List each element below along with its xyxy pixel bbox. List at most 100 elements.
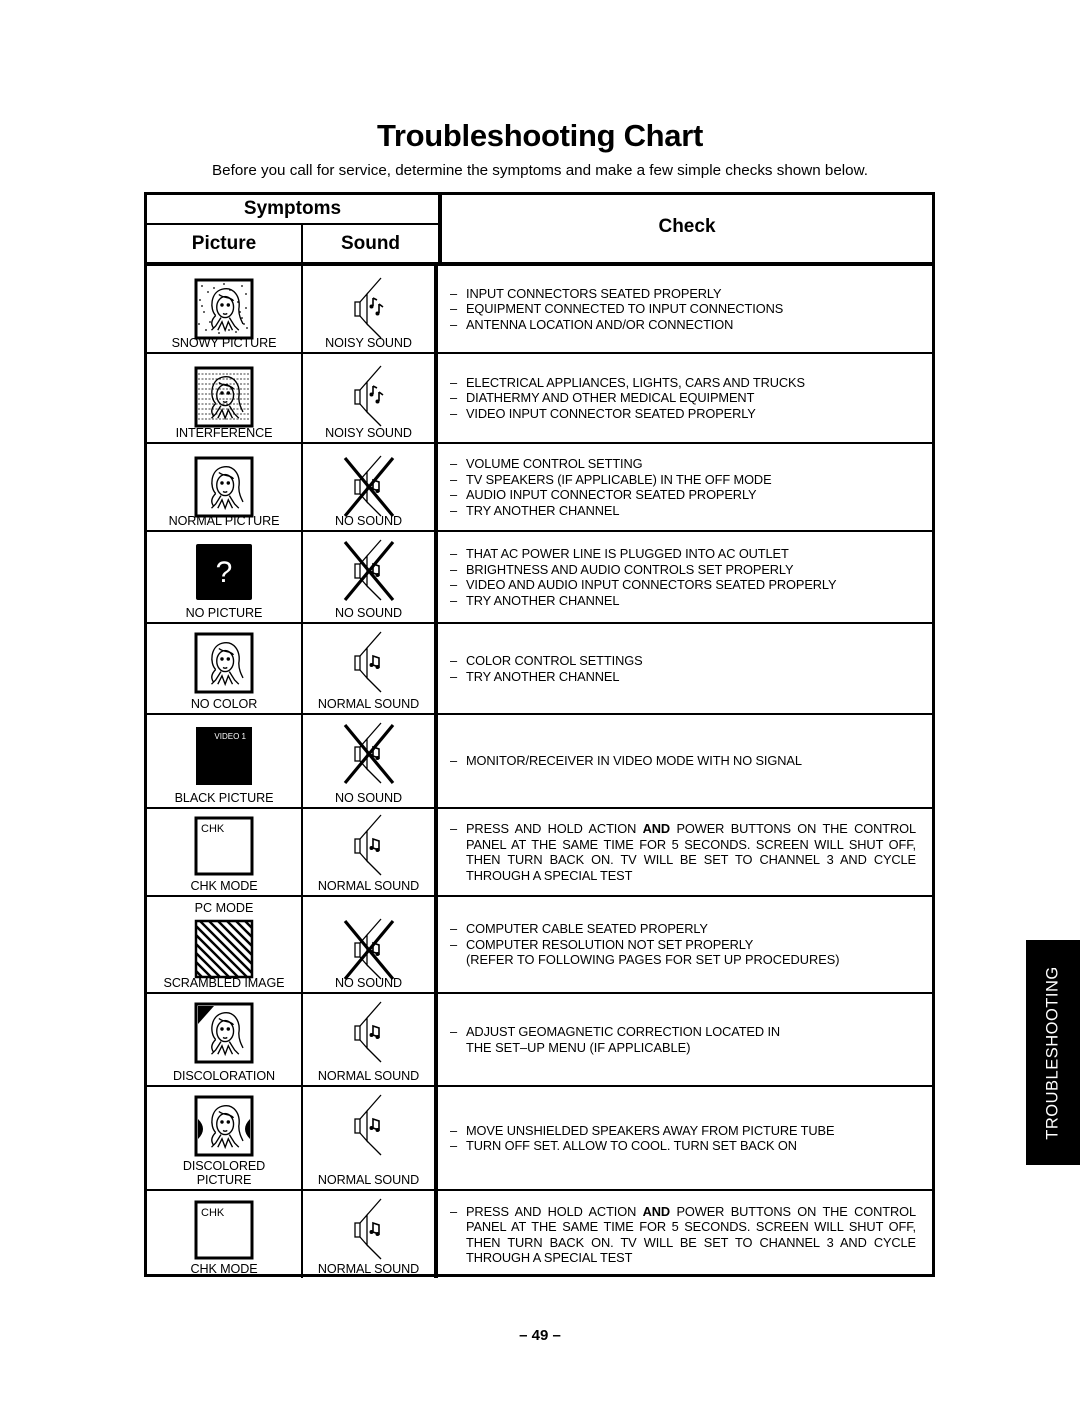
header-check: Check <box>438 195 932 265</box>
normal-speaker-icon <box>303 1197 434 1268</box>
troubleshooting-table: Symptoms Picture Sound Check SNOWY PICTU… <box>144 192 935 1278</box>
check-item: – EQUIPMENT CONNECTED TO INPUT CONNECTION… <box>450 301 784 317</box>
table-row: CHK CHK MODE NORMAL SOUND – PRESS AND HOLD … <box>147 809 932 897</box>
picture-label: CHK MODE <box>190 879 258 893</box>
check-item: – COLOR CONTROL SETTINGS <box>450 653 643 668</box>
check-item: – INPUT CONNECTORS SEATED PROPERLY <box>450 285 722 301</box>
check-cell: – THAT AC POWER LINE IS PLUGGED INTO AC O… <box>438 532 932 622</box>
check-item: – BRIGHTNESS AND AUDIO CONTROLS SET PROPE… <box>450 561 794 577</box>
picture-label: INTERFERENCE <box>175 426 273 440</box>
page-subtitle: Before you call for service, determine t… <box>212 162 868 179</box>
sound-label: NORMAL SOUND <box>317 1069 420 1083</box>
sound-cell: NORMAL SOUND <box>303 994 438 1085</box>
table-row: DISCOLORED PICTURE NORMAL SOUND – MOVE UNSH… <box>147 1087 932 1191</box>
table-row: VIDEO 1 BLACK PICTURE NO SOUND – MONITOR/RE… <box>147 715 932 809</box>
check-note: THE SET–UP MENU (IF APPLICABLE) <box>466 1039 691 1055</box>
check-item: – VIDEO INPUT CONNECTOR SEATED PROPERLY <box>450 405 756 421</box>
check-item: – COMPUTER RESOLUTION NOT SET PROPERLY <box>450 936 754 952</box>
sound-cell: NOISY SOUND <box>303 354 438 442</box>
check-cell: – COLOR CONTROL SETTINGS – TRY ANOTHER CHAN… <box>438 624 932 713</box>
picture-cell: NORMAL PICTURE <box>147 444 303 530</box>
picture-cell: SNOWY PICTURE <box>147 266 303 352</box>
table-row: ? NO PICTURE NO SOUND – THAT AC POWER LINE … <box>147 532 932 624</box>
normal-picture-icon <box>147 632 301 701</box>
svg-text:CHK: CHK <box>201 1207 225 1219</box>
header-picture: Picture <box>147 225 303 265</box>
table-row: NO COLOR NORMAL SOUND – COLOR CONTROL SETT… <box>147 624 932 715</box>
interference-picture-icon <box>147 366 301 435</box>
side-tab-troubleshooting: TROUBLESHOOTING <box>1026 940 1080 1165</box>
check-item: – COMPUTER CABLE SEATED PROPERLY <box>450 921 708 937</box>
sound-label: NORMAL SOUND <box>317 697 420 711</box>
check-cell: – COMPUTER CABLE SEATED PROPERLY – COMPUTER… <box>438 897 932 992</box>
sound-cell: NORMAL SOUND <box>303 809 438 895</box>
sound-cell: NO SOUND <box>303 715 438 807</box>
check-item: – THAT AC POWER LINE IS PLUGGED INTO AC O… <box>450 546 789 561</box>
check-item: – VIDEO AND AUDIO INPUT CONNECTORS SEATED… <box>450 577 837 592</box>
sound-label: NOISY SOUND <box>325 336 412 350</box>
check-note: (REFER TO FOLLOWING PAGES FOR SET UP PRO… <box>466 952 840 968</box>
picture-label: DISCOLORATION <box>172 1069 276 1083</box>
side-tab-label: TROUBLESHOOTING <box>1043 965 1062 1140</box>
check-cell: – PRESS AND HOLD ACTION AND POWER BUTTONS… <box>438 809 932 895</box>
picture-cell: NO COLOR <box>147 624 303 713</box>
check-item: – DIATHERMY AND OTHER MEDICAL EQUIPMENT <box>450 390 755 406</box>
picture-cell: VIDEO 1 BLACK PICTURE <box>147 715 303 807</box>
check-cell: – VOLUME CONTROL SETTING – TV SPEAKERS (IF … <box>438 444 932 530</box>
table-row: NORMAL PICTURE NO SOUND – VOLUME CONTROL S… <box>147 444 932 532</box>
muted-speaker-icon <box>303 538 434 609</box>
check-cell: – MONITOR/RECEIVER IN VIDEO MODE WITH NO … <box>438 715 932 807</box>
check-cell: – ELECTRICAL APPLIANCES, LIGHTS, CARS AND… <box>438 354 932 442</box>
sound-label: NO SOUND <box>334 606 403 620</box>
picture-label: DISCOLORED PICTURE <box>182 1159 266 1187</box>
black-screen-video1-icon: VIDEO 1 <box>147 723 301 792</box>
sound-label: NO SOUND <box>334 514 403 528</box>
picture-cell: CHK CHK MODE <box>147 1191 303 1278</box>
sound-cell: NO SOUND <box>303 897 438 992</box>
normal-speaker-icon <box>303 1000 434 1071</box>
picture-label: SCRAMBLED IMAGE <box>163 976 285 990</box>
picture-mode-label: PC MODE <box>194 901 254 915</box>
svg-text:VIDEO 1: VIDEO 1 <box>214 732 246 741</box>
header-symptoms: Symptoms <box>147 195 438 225</box>
check-item: – ANTENNA LOCATION AND/OR CONNECTION <box>450 316 734 332</box>
picture-cell: INTERFERENCE <box>147 354 303 442</box>
table-row: SNOWY PICTURE NOISY SOUND – INPUT CONNECTO… <box>147 266 932 354</box>
page-number: – 49 – <box>519 1327 561 1344</box>
sound-cell: NORMAL SOUND <box>303 1191 438 1278</box>
sound-label: NO SOUND <box>334 791 403 805</box>
picture-cell: PC MODE SCRAMBLED IMAGE <box>147 897 303 992</box>
picture-label: CHK MODE <box>190 1262 258 1276</box>
check-item: – ELECTRICAL APPLIANCES, LIGHTS, CARS AND… <box>450 374 805 390</box>
check-cell: – INPUT CONNECTORS SEATED PROPERLY – EQUIPM… <box>438 266 932 352</box>
picture-cell: CHK CHK MODE <box>147 809 303 895</box>
table-row: INTERFERENCE NOISY SOUND – ELECTRICAL APPL… <box>147 354 932 444</box>
check-item: – ADJUST GEOMAGNETIC CORRECTION LOCATED I… <box>450 1024 781 1039</box>
check-item: – MONITOR/RECEIVER IN VIDEO MODE WITH NO … <box>450 753 802 769</box>
sound-label: NO SOUND <box>334 976 403 990</box>
table-row: CHK CHK MODE NORMAL SOUND – PRESS AND HOLD … <box>147 1191 932 1278</box>
check-item: – TRY ANOTHER CHANNEL <box>450 668 620 684</box>
check-item: – VOLUME CONTROL SETTING <box>450 456 643 471</box>
normal-speaker-icon <box>303 630 434 701</box>
header-sound: Sound <box>340 233 401 254</box>
check-item: – PRESS AND HOLD ACTION AND POWER BUTTONS… <box>450 1203 916 1266</box>
sound-cell: NO SOUND <box>303 532 438 622</box>
chk-screen-icon: CHK <box>147 815 301 884</box>
picture-label: NO PICTURE <box>185 606 263 620</box>
sound-cell: NO SOUND <box>303 444 438 530</box>
check-item: – TV SPEAKERS (IF APPLICABLE) IN THE OFF … <box>450 471 772 487</box>
sound-cell: NORMAL SOUND <box>303 1087 438 1189</box>
noisy-speaker-icon <box>303 364 434 435</box>
check-cell: – MOVE UNSHIELDED SPEAKERS AWAY FROM PICT… <box>438 1087 932 1189</box>
discoloration-picture-icon <box>147 1002 301 1071</box>
check-item: – TRY ANOTHER CHANNEL <box>450 502 620 518</box>
chk-screen-icon: CHK <box>147 1199 301 1268</box>
normal-speaker-icon <box>303 813 434 884</box>
sound-label: NORMAL SOUND <box>317 1262 420 1276</box>
svg-text:?: ? <box>216 556 233 589</box>
picture-label: NO COLOR <box>190 697 258 711</box>
no-picture-question-icon: ? <box>147 540 301 609</box>
svg-text:CHK: CHK <box>201 823 225 835</box>
check-item: – AUDIO INPUT CONNECTOR SEATED PROPERLY <box>450 487 757 502</box>
